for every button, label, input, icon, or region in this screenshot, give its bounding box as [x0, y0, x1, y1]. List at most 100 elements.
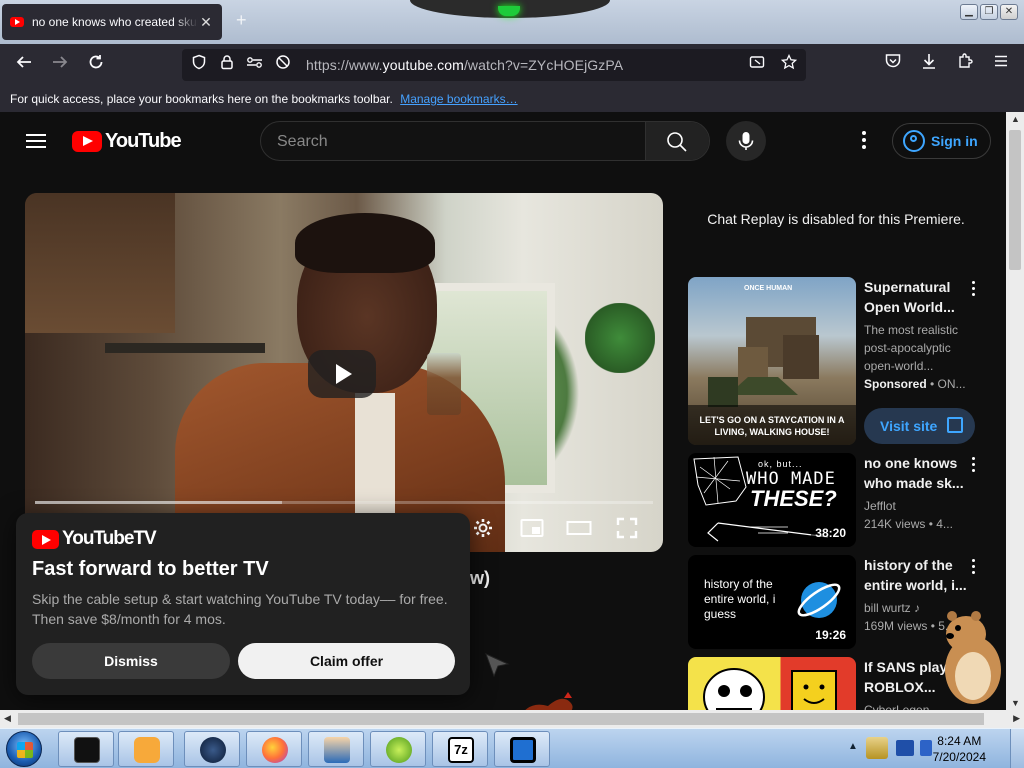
gear-icon	[474, 519, 492, 537]
taskbar-item-lime[interactable]	[370, 731, 426, 767]
clock-date: 7/20/2024	[932, 750, 986, 764]
new-tab-button[interactable]: +	[236, 10, 247, 31]
tray-app-icon[interactable]	[866, 737, 888, 759]
video-progress-bar[interactable]	[35, 501, 653, 504]
taskbar-item-contacts[interactable]	[308, 731, 364, 767]
start-button[interactable]	[6, 731, 42, 767]
downloads-button[interactable]	[916, 52, 942, 78]
reload-icon	[89, 55, 103, 69]
video-title[interactable]: history of the entire world, i...	[864, 555, 976, 595]
taskbar-item-media-player[interactable]	[118, 731, 174, 767]
scroll-right-icon[interactable]: ▶	[1013, 713, 1020, 724]
system-tray: ▲ 8:24 AM 7/20/2024	[848, 729, 1024, 768]
pocket-icon	[885, 54, 901, 68]
youtube-tv-logo: YouTubeTV	[32, 528, 157, 550]
picture-in-picture-url-icon[interactable]	[746, 54, 768, 76]
close-window-button[interactable]: ✕	[1000, 4, 1018, 20]
lock-icon[interactable]	[216, 54, 238, 76]
search-box[interactable]: Search	[260, 121, 710, 161]
ad-more-icon[interactable]	[972, 281, 978, 299]
voice-search-button[interactable]	[726, 121, 766, 161]
scene-shelf	[105, 343, 265, 353]
minimize-button[interactable]: ▁	[960, 4, 978, 20]
toolbar-right	[880, 52, 1014, 78]
youtube-logo[interactable]: YouTube	[72, 130, 182, 153]
video-player[interactable]	[25, 193, 663, 552]
vertical-scrollbar[interactable]: ▲ ▼	[1006, 112, 1024, 710]
taskbar-item-7zip[interactable]: 7z	[432, 731, 488, 767]
ad-title[interactable]: Supernatural Open World...	[864, 277, 976, 317]
ad-thumbnail[interactable]: ONCE HUMAN LET'S GO ON A STAYCATION IN A…	[688, 277, 856, 445]
video-title-fragment: w)	[470, 568, 490, 588]
url-bar[interactable]: https://www.youtube.com/watch?v=ZYcHOEjG…	[182, 49, 806, 81]
video-more-icon[interactable]	[972, 559, 978, 577]
taskbar-item-remote-desktop[interactable]	[494, 731, 550, 767]
visit-site-button[interactable]: Visit site	[864, 408, 975, 444]
taskbar-clock[interactable]: 8:24 AM 7/20/2024	[933, 733, 986, 765]
ad-caption: LET'S GO ON A STAYCATION IN A LIVING, WA…	[699, 415, 845, 437]
sponsored-label: Sponsored	[864, 377, 927, 391]
taskbar-item-firefox[interactable]	[246, 731, 302, 767]
extensions-button[interactable]	[952, 52, 978, 78]
hamster-desktop-pet-icon[interactable]	[940, 604, 1006, 706]
reload-button[interactable]	[82, 52, 110, 78]
video-thumbnail[interactable]: history of the entire world, i guess 19:…	[688, 555, 856, 649]
channel-name[interactable]: Jefflot	[864, 497, 976, 515]
back-button[interactable]	[10, 52, 38, 78]
video-thumbnail[interactable]: ok, but... WHO MADE THESE? 38:20	[688, 453, 856, 547]
restore-button[interactable]: ❐	[980, 4, 998, 20]
scroll-down-icon[interactable]: ▼	[1011, 698, 1020, 708]
video-title[interactable]: no one knows who made sk...	[864, 453, 976, 493]
media-player-icon	[134, 737, 160, 763]
close-tab-icon[interactable]: ✕	[198, 14, 214, 31]
scroll-left-icon[interactable]: ◀	[4, 713, 11, 724]
horizontal-scroll-thumb[interactable]	[18, 713, 984, 725]
video-duration: 38:20	[811, 525, 850, 541]
show-desktop-button[interactable]	[1010, 729, 1024, 768]
thumb-text: history of the entire world, i guess	[704, 577, 776, 621]
scroll-up-icon[interactable]: ▲	[1011, 114, 1020, 124]
browser-tab[interactable]: no one knows who created skull ✕	[2, 4, 222, 40]
sign-in-button[interactable]: Sign in	[892, 123, 991, 159]
show-hidden-icons-icon[interactable]: ▲	[848, 741, 858, 752]
fullscreen-icon	[616, 517, 638, 539]
tab-strip: no one knows who created skull ✕ + ▁ ❐ ✕	[0, 0, 1024, 44]
miniplayer-button[interactable]	[520, 517, 544, 541]
claim-offer-button[interactable]: Claim offer	[238, 643, 455, 679]
microphone-icon	[738, 132, 754, 150]
earth-icon	[797, 582, 841, 618]
sponsored-ad-card[interactable]: ONCE HUMAN LET'S GO ON A STAYCATION IN A…	[688, 277, 988, 447]
autoplay-blocked-icon[interactable]	[272, 54, 294, 76]
fullscreen-button[interactable]	[616, 517, 640, 541]
large-play-button[interactable]	[308, 350, 376, 398]
video-more-icon[interactable]	[972, 457, 978, 475]
horizontal-scrollbar[interactable]: ◀ ▶	[0, 710, 1024, 728]
manage-bookmarks-link[interactable]: Manage bookmarks…	[400, 92, 517, 106]
taskbar-item-terminal[interactable]	[58, 731, 114, 767]
url-text[interactable]: https://www.youtube.com/watch?v=ZYcHOEjG…	[306, 57, 740, 73]
settings-gear-button[interactable]	[472, 517, 496, 541]
firefox-nightly-icon	[200, 737, 226, 763]
screen: no one knows who created skull ✕ + ▁ ❐ ✕	[0, 0, 1024, 768]
permissions-icon[interactable]	[244, 54, 266, 76]
app-menu-button[interactable]	[988, 52, 1014, 78]
7zip-icon: 7z	[448, 737, 474, 763]
bookmark-star-icon[interactable]	[778, 53, 800, 76]
theater-mode-button[interactable]	[566, 517, 592, 541]
tracking-protection-shield-icon[interactable]	[188, 54, 210, 76]
search-button[interactable]	[645, 122, 709, 160]
tab-title: no one knows who created skull	[32, 15, 198, 29]
vertical-scroll-thumb[interactable]	[1009, 130, 1021, 270]
forward-arrow-icon	[53, 56, 68, 68]
search-input[interactable]: Search	[277, 133, 328, 151]
volume-tray-icon[interactable]	[920, 740, 932, 756]
guide-menu-icon[interactable]	[26, 134, 46, 148]
video-thumbnail[interactable]	[688, 657, 856, 710]
settings-more-icon[interactable]	[860, 131, 868, 151]
network-tray-icon[interactable]	[896, 740, 914, 756]
taskbar-item-firefox-dark[interactable]	[184, 731, 240, 767]
recommended-video[interactable]: ok, but... WHO MADE THESE? 38:20 no one …	[688, 453, 988, 547]
forward-button[interactable]	[46, 52, 74, 78]
dismiss-button[interactable]: Dismiss	[32, 643, 230, 679]
pocket-button[interactable]	[880, 52, 906, 78]
